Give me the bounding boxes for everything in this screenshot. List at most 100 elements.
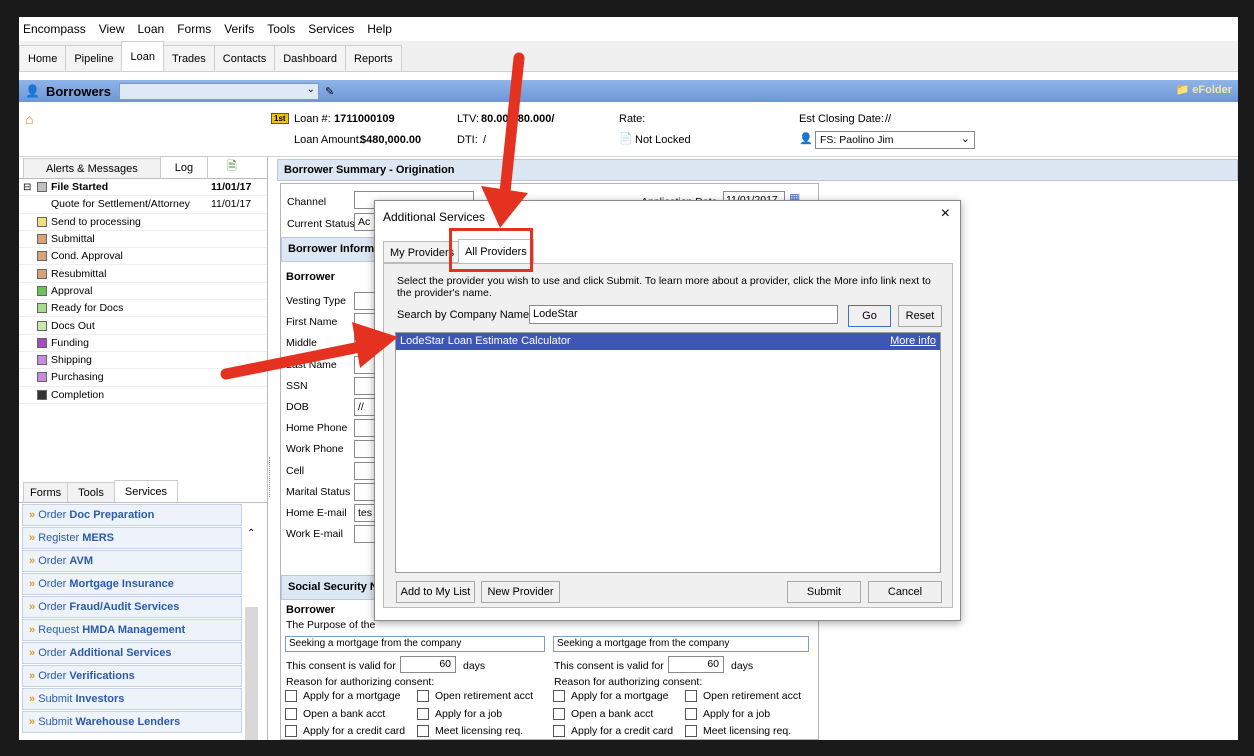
- tab-forms[interactable]: Forms: [23, 482, 69, 502]
- collapse-icon[interactable]: ⊟: [23, 182, 31, 193]
- reason-checkbox[interactable]: Apply for a mortgage: [553, 690, 668, 703]
- checkbox-icon: [417, 707, 429, 720]
- cancel-button[interactable]: Cancel: [868, 581, 942, 603]
- milestone-icon: [37, 320, 47, 331]
- tab-alerts-messages[interactable]: Alerts & Messages: [23, 158, 161, 178]
- reason-checkbox[interactable]: Meet licensing req.: [417, 725, 523, 738]
- service-item[interactable]: » Submit Warehouse Lenders: [22, 711, 242, 733]
- tab-loan[interactable]: Loan: [121, 41, 164, 71]
- tab-tools[interactable]: Tools: [67, 482, 115, 502]
- log-item[interactable]: Quote for Settlement/Attorney 11/01/17: [19, 196, 267, 214]
- service-item[interactable]: » Register MERS: [22, 527, 242, 549]
- home-icon[interactable]: ⌂: [25, 111, 33, 127]
- consent-days-field[interactable]: 60: [400, 656, 456, 673]
- purpose-field-borrower[interactable]: Seeking a mortgage from the company: [285, 636, 545, 652]
- reason-checkbox[interactable]: Open a bank acct: [553, 708, 653, 720]
- services-scrollbar[interactable]: [245, 607, 258, 740]
- tab-trades[interactable]: Trades: [162, 45, 215, 71]
- menu-verifs[interactable]: Verifs: [220, 22, 263, 36]
- tab-home[interactable]: Home: [19, 45, 67, 71]
- left-panel: Alerts & Messages Log 🗎 ⊟ File Started 11/…: [19, 156, 268, 740]
- purpose-label: The Purpose of the: [286, 619, 376, 631]
- go-button[interactable]: Go: [848, 305, 891, 327]
- service-item[interactable]: » Order Mortgage Insurance: [22, 573, 242, 595]
- menu-tools[interactable]: Tools: [263, 22, 304, 36]
- reason-checkbox[interactable]: Open retirement acct: [685, 690, 802, 703]
- menu-forms[interactable]: Forms: [173, 22, 220, 36]
- service-verb: Submit: [38, 693, 73, 705]
- service-item[interactable]: » Request HMDA Management: [22, 619, 242, 641]
- tab-log[interactable]: Log: [159, 156, 209, 178]
- service-name: AVM: [69, 555, 94, 567]
- log-item[interactable]: Submittal: [19, 231, 267, 249]
- efolder-button[interactable]: 📁 eFolder: [1176, 83, 1233, 96]
- service-item[interactable]: » Order Additional Services: [22, 642, 242, 664]
- purpose-field-coborrower[interactable]: Seeking a mortgage from the company: [553, 636, 809, 652]
- log-item[interactable]: Send to processing: [19, 214, 267, 231]
- checkbox-icon: [553, 725, 565, 738]
- reason-checkbox[interactable]: Meet licensing req.: [685, 725, 791, 738]
- reason-checkbox[interactable]: Apply for a mortgage: [285, 690, 400, 703]
- edit-icon[interactable]: ✎: [325, 85, 334, 98]
- instructions-text: Select the provider you wish to use and …: [397, 275, 931, 299]
- reason-checkbox[interactable]: Apply for a job: [417, 708, 502, 720]
- purpose-value-borrower: Seeking a mortgage from the company: [289, 638, 462, 649]
- more-info-link[interactable]: More info: [890, 333, 936, 350]
- log-item[interactable]: Purchasing: [19, 369, 267, 387]
- log-item[interactable]: Approval: [19, 283, 267, 301]
- tab-pipeline[interactable]: Pipeline: [65, 45, 123, 71]
- menu-help[interactable]: Help: [363, 22, 401, 36]
- service-name: HMDA Management: [82, 624, 186, 636]
- log-item[interactable]: Ready for Docs: [19, 300, 267, 318]
- log-item[interactable]: ⊟ File Started 11/01/17: [19, 179, 267, 197]
- menu-bar: Encompass View Loan Forms Verifs Tools S…: [19, 17, 1238, 41]
- officer-icon: 👤: [799, 133, 813, 145]
- milestone-icon: [37, 234, 47, 245]
- reason-checkbox[interactable]: Open a bank acct: [285, 708, 385, 720]
- dti-value: /: [483, 134, 487, 146]
- submit-button[interactable]: Submit: [787, 581, 861, 603]
- consent-days-field-co[interactable]: 60: [668, 656, 724, 673]
- log-item[interactable]: Resubmittal: [19, 265, 267, 283]
- borrower-pair-select[interactable]: ⌄: [118, 82, 319, 100]
- log-item-label: Quote for Settlement/Attorney: [51, 198, 190, 211]
- tab-dashboard[interactable]: Dashboard: [274, 45, 347, 71]
- service-item[interactable]: » Submit Investors: [22, 688, 242, 710]
- splitter-handle[interactable]: [269, 457, 273, 497]
- tab-contacts[interactable]: Contacts: [213, 45, 276, 71]
- log-item[interactable]: Shipping: [19, 352, 267, 370]
- tab-reports[interactable]: Reports: [345, 45, 402, 71]
- reset-button[interactable]: Reset: [898, 305, 942, 327]
- scroll-up-icon[interactable]: ⌃: [247, 528, 255, 539]
- reason-checkbox[interactable]: Apply for a credit card: [553, 725, 673, 738]
- service-item[interactable]: » Order Verifications: [22, 665, 242, 687]
- reason-checkbox[interactable]: Apply for a credit card: [285, 725, 405, 738]
- menu-view[interactable]: View: [95, 22, 134, 36]
- menu-loan[interactable]: Loan: [134, 22, 174, 36]
- close-icon[interactable]: ×: [941, 205, 950, 223]
- add-to-my-list-button[interactable]: Add to My List: [396, 581, 475, 603]
- service-item[interactable]: » Order Fraud/Audit Services: [22, 596, 242, 618]
- provider-result-row[interactable]: LodeStar Loan Estimate Calculator More i…: [396, 333, 940, 350]
- add-log-icon[interactable]: 🗎: [227, 157, 237, 178]
- tab-services[interactable]: Services: [113, 480, 179, 502]
- officer-select[interactable]: FS: Paolino Jim ⌄: [815, 131, 975, 149]
- company-search-input[interactable]: LodeStar: [529, 305, 838, 324]
- service-item[interactable]: » Order Doc Preparation: [22, 504, 242, 526]
- log-item[interactable]: Completion: [19, 387, 267, 404]
- service-verb: Order: [38, 670, 67, 682]
- reason-label-text: Open retirement acct: [703, 690, 802, 702]
- reason-checkbox[interactable]: Open retirement acct: [417, 690, 533, 703]
- service-item[interactable]: » Order AVM: [22, 550, 242, 572]
- log-item[interactable]: Docs Out: [19, 317, 267, 335]
- reason-checkbox[interactable]: Apply for a job: [685, 708, 770, 720]
- log-item-label: Completion: [51, 388, 105, 401]
- milestone-icon: [37, 182, 47, 193]
- log-item[interactable]: Cond. Approval: [19, 248, 267, 266]
- left-tab-bar: Alerts & Messages Log 🗎: [19, 156, 267, 179]
- chevron-right-icon: »: [29, 532, 39, 544]
- menu-encompass[interactable]: Encompass: [19, 22, 95, 36]
- menu-services[interactable]: Services: [304, 22, 363, 36]
- log-item[interactable]: Funding: [19, 335, 267, 352]
- new-provider-button[interactable]: New Provider: [481, 581, 560, 603]
